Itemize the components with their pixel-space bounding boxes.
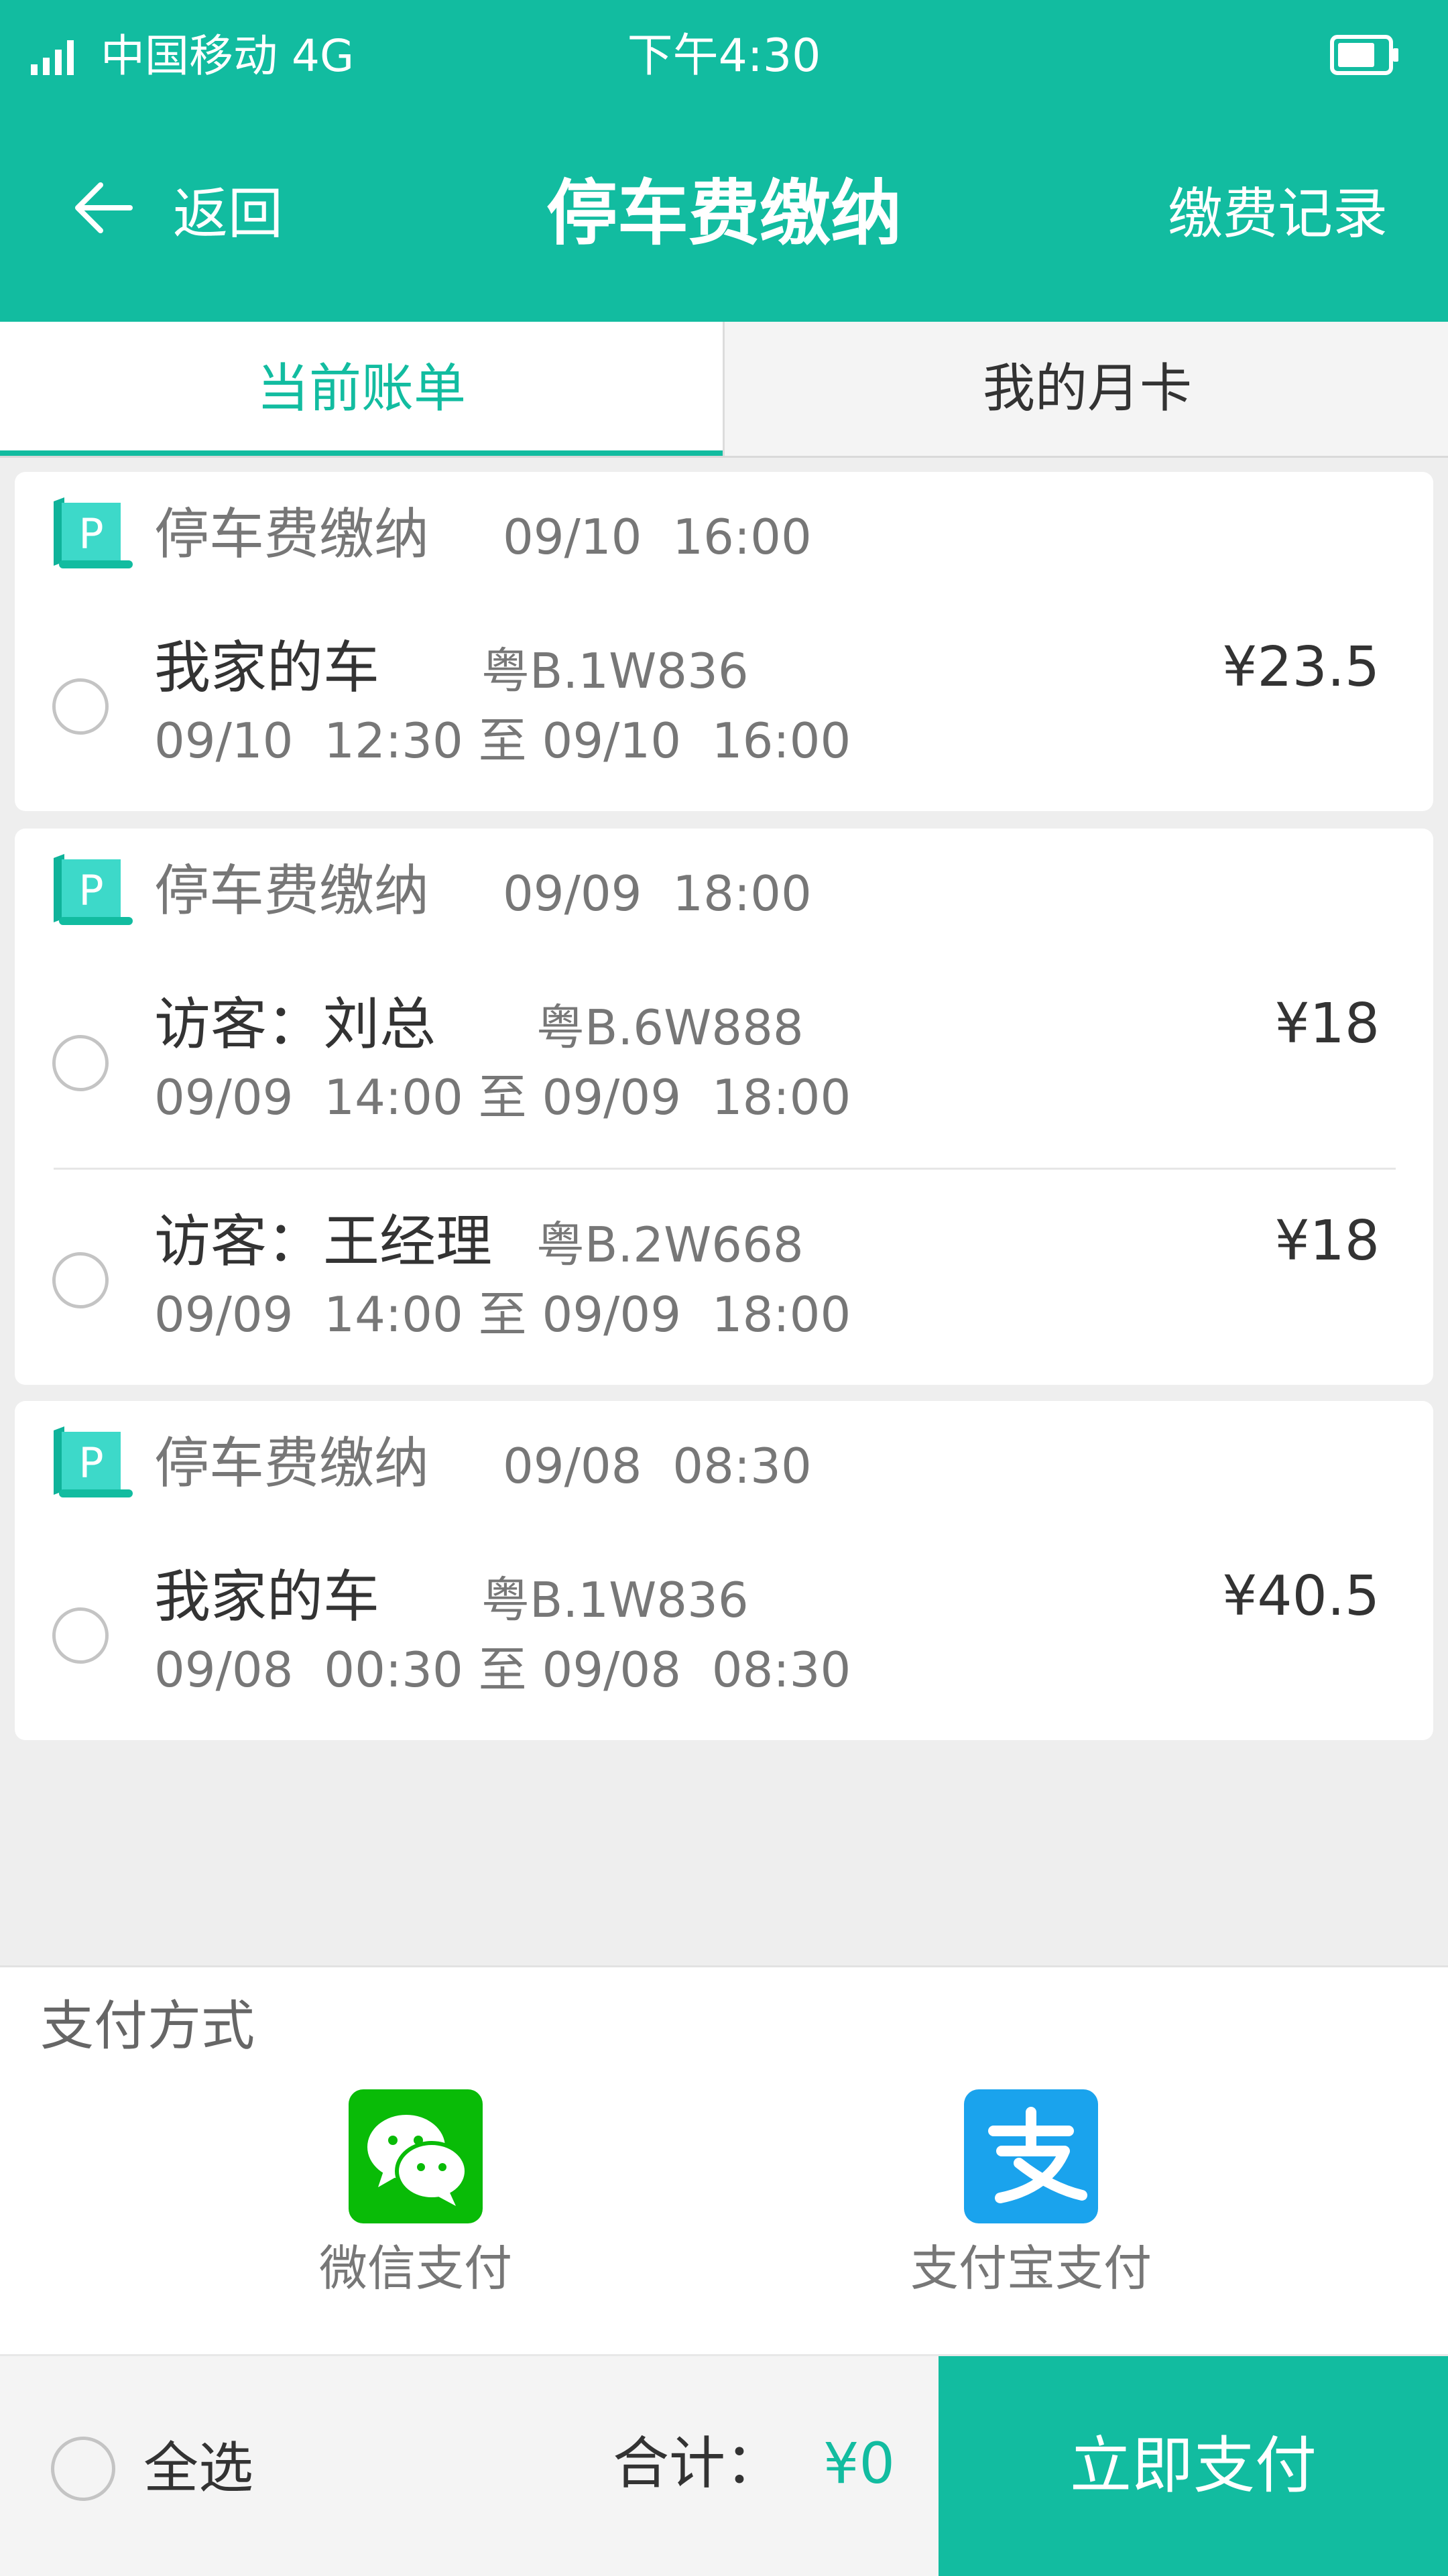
bill-item-radio[interactable] [52,1607,109,1664]
item-price: ¥40.5 [1222,1565,1380,1628]
item-price: ¥18 [1274,992,1380,1056]
bill-item[interactable]: 我家的车 粤B.1W836 ¥23.5 09/10 12:30 至 09/10 … [15,625,1433,799]
battery-icon [1330,35,1398,75]
svg-text:P: P [78,866,103,915]
bill-card: P 停车费缴纳 09/08 08:30 我家的车 粤B.1W836 ¥40.5 … [15,1401,1433,1740]
parking-icon: P [54,854,133,925]
checkout-bar: 全选 合计： ¥0 立即支付 [0,2354,1448,2576]
bill-card-header: P 停车费缴纳 09/09 18:00 [15,829,1433,963]
clock: 下午4:30 [627,29,821,82]
tab-current-bill[interactable]: 当前账单 [0,322,723,456]
nav-bar: 返回 停车费缴纳 缴费记录 [0,168,1448,261]
alipay-option[interactable]: 支付宝支付 [830,2089,1232,2317]
plate-number: 粤B.1W836 [481,1572,749,1628]
bill-time: 09/08 08:30 [503,1438,812,1494]
status-bar: 中国移动 4G 下午4:30 [0,0,1448,114]
wechat-pay-label: 微信支付 [318,2240,512,2296]
select-all-radio[interactable] [51,2437,115,2501]
plate-number: 粤B.1W836 [481,643,749,699]
alipay-label: 支付宝支付 [910,2240,1152,2296]
svg-text:P: P [78,1438,103,1487]
payment-records-link[interactable]: 缴费记录 [1168,181,1388,248]
plate-number: 粤B.6W888 [536,999,804,1056]
total-label: 合计： [613,2431,782,2496]
vehicle-name: 我家的车 [154,1564,380,1630]
bill-card-header: P 停车费缴纳 09/08 08:30 [15,1401,1433,1535]
parking-time-range: 09/10 12:30 至 09/10 16:00 [154,713,851,769]
plate-number: 粤B.2W668 [536,1217,804,1273]
parking-time-range: 09/08 00:30 至 09/08 08:30 [154,1642,851,1698]
bill-card: P 停车费缴纳 09/09 18:00 访客：刘总 粤B.6W888 ¥18 0… [15,829,1433,1385]
app-header: 中国移动 4G 下午4:30 返回 停车费缴纳 缴费记录 [0,0,1448,322]
bill-title: 停车费缴纳 [154,503,430,566]
vehicle-name: 访客：王经理 [154,1209,493,1274]
bill-time: 09/10 16:00 [503,509,812,565]
parking-time-range: 09/09 14:00 至 09/09 18:00 [154,1069,851,1125]
select-all-label[interactable]: 全选 [143,2435,253,2502]
vehicle-name: 我家的车 [154,635,380,700]
svg-text:P: P [78,509,103,558]
tab-bar: 当前账单 我的月卡 [0,322,1448,458]
payment-method-panel: 支付方式 微信支付 支付宝支付 [0,1965,1448,2356]
parking-time-range: 09/09 14:00 至 09/09 18:00 [154,1286,851,1343]
total-amount: ¥0 [823,2431,895,2496]
bill-title: 停车费缴纳 [154,859,430,923]
wechat-icon[interactable] [349,2089,483,2223]
payment-method-title: 支付方式 [40,1995,255,2057]
vehicle-name: 访客：刘总 [154,991,436,1057]
parking-icon: P [54,1426,133,1497]
parking-icon: P [54,497,133,568]
bill-time: 09/09 18:00 [503,865,812,922]
wechat-pay-option[interactable]: 微信支付 [215,2089,617,2317]
alipay-icon[interactable] [964,2089,1098,2223]
bill-item[interactable]: 我家的车 粤B.1W836 ¥40.5 09/08 00:30 至 09/08 … [15,1554,1433,1728]
tab-monthly-card[interactable]: 我的月卡 [723,322,1448,456]
bill-title: 停车费缴纳 [154,1432,430,1495]
item-price: ¥18 [1274,1209,1380,1273]
item-divider [54,1168,1396,1170]
pay-now-button[interactable]: 立即支付 [939,2356,1448,2576]
bill-item[interactable]: 访客：刘总 粤B.6W888 ¥18 09/09 14:00 至 09/09 1… [15,981,1433,1156]
bill-item-radio[interactable] [52,678,109,735]
bill-card: P 停车费缴纳 09/10 16:00 我家的车 粤B.1W836 ¥23.5 … [15,472,1433,811]
bill-item[interactable]: 访客：王经理 粤B.2W668 ¥18 09/09 14:00 至 09/09 … [15,1199,1433,1373]
bill-item-radio[interactable] [52,1035,109,1091]
bill-card-header: P 停车费缴纳 09/10 16:00 [15,472,1433,606]
item-price: ¥23.5 [1222,635,1380,699]
bill-item-radio[interactable] [52,1252,109,1308]
